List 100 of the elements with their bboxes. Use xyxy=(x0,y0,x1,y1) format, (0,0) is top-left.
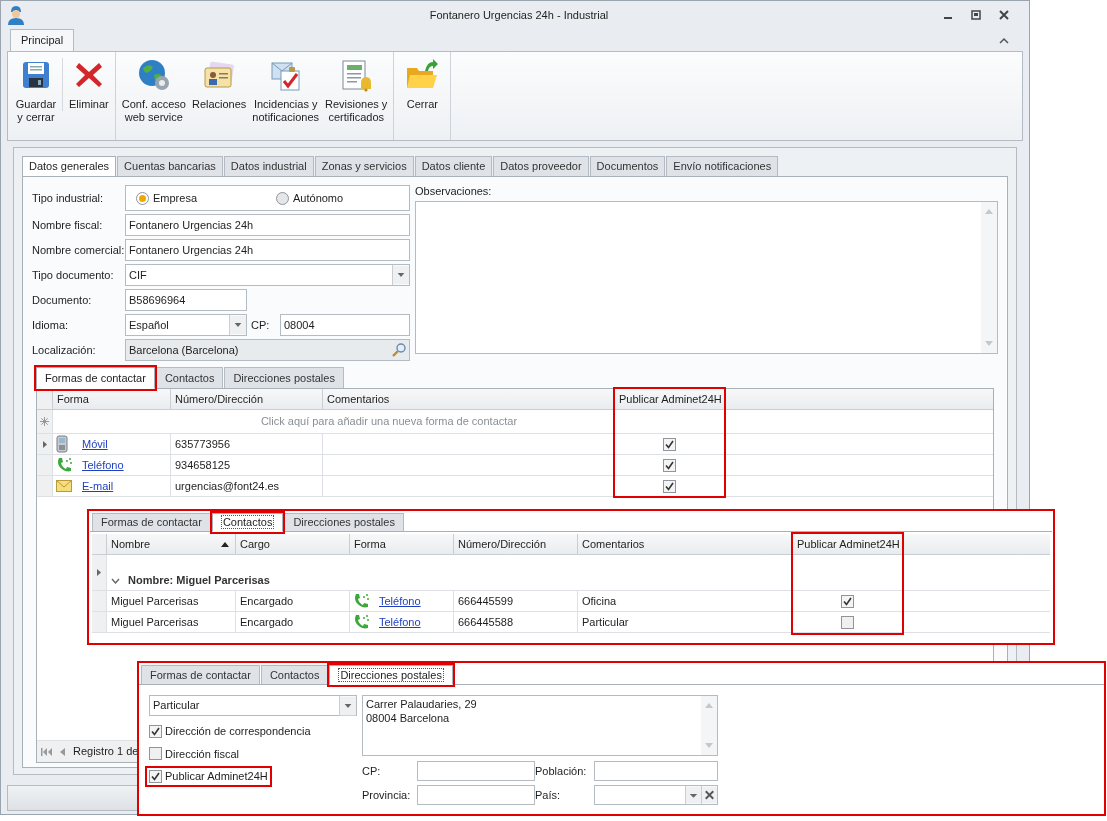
clear-icon[interactable] xyxy=(701,786,717,804)
ribbon-button[interactable]: Cerrar xyxy=(398,58,447,111)
column-header[interactable]: Forma xyxy=(350,534,454,555)
text-field[interactable]: B58696964 xyxy=(125,289,247,311)
table-cell: urgencias@font24.es xyxy=(171,476,323,497)
column-header[interactable]: Número/Dirección xyxy=(171,389,323,410)
link[interactable]: Teléfono xyxy=(82,456,124,474)
checkbox[interactable] xyxy=(841,594,854,608)
tab[interactable]: Contactos xyxy=(155,367,224,389)
dropdown-icon[interactable] xyxy=(229,315,246,335)
current-row-icon xyxy=(42,440,47,448)
column-header[interactable]: Publicar Adminet24H xyxy=(615,389,725,410)
tab[interactable]: Contactos xyxy=(211,513,284,532)
link[interactable]: Teléfono xyxy=(379,613,421,631)
phone-icon xyxy=(56,456,74,474)
text-field[interactable]: 08004 xyxy=(280,314,410,336)
link[interactable]: Móvil xyxy=(82,435,108,453)
ribbon-button[interactable]: Guardar y cerrar xyxy=(12,58,60,124)
column-header[interactable]: Nombre xyxy=(107,534,236,555)
checkbox[interactable] xyxy=(663,458,676,472)
text-field[interactable]: Fontanero Urgencias 24h xyxy=(125,239,410,261)
checkbox-label[interactable]: Dirección de correspondencia xyxy=(165,723,311,740)
collapse-icon[interactable] xyxy=(999,37,1009,45)
tab[interactable]: Formas de contactar xyxy=(141,665,260,685)
address-text-area[interactable]: Carrer Palaudaries, 29 08004 Barcelona xyxy=(362,695,718,756)
phone-icon xyxy=(353,613,371,631)
scrollbar[interactable] xyxy=(981,202,997,353)
tab[interactable]: Contactos xyxy=(260,665,329,685)
column-header[interactable]: Comentarios xyxy=(323,389,615,410)
field-label: CP: xyxy=(362,763,382,779)
ribbon-button[interactable]: Revisiones y certificados xyxy=(323,58,390,124)
document-bell-icon xyxy=(339,58,374,92)
radio-option[interactable]: Empresa xyxy=(136,189,276,207)
field-label: Documento: xyxy=(32,292,93,308)
search-icon[interactable] xyxy=(392,343,406,357)
app-icon xyxy=(7,5,25,25)
tab[interactable]: Datos generales xyxy=(22,156,117,177)
column-header[interactable]: Publicar Adminet24H xyxy=(793,534,903,555)
tab[interactable]: Formas de contactar xyxy=(36,367,155,389)
ribbon-tab[interactable]: Principal xyxy=(10,29,75,51)
field-label: Tipo industrial: xyxy=(32,190,105,206)
link[interactable]: Teléfono xyxy=(379,592,421,610)
tab[interactable]: Direcciones postales xyxy=(224,367,344,389)
checkbox-label[interactable]: Dirección fiscal xyxy=(165,745,239,762)
ribbon-button[interactable]: Eliminar xyxy=(62,58,111,111)
checkbox[interactable] xyxy=(149,769,162,783)
text-field[interactable]: Fontanero Urgencias 24h xyxy=(125,214,410,236)
column-header[interactable]: Número/Dirección xyxy=(454,534,578,555)
dropdown[interactable]: CIF xyxy=(125,264,410,286)
tab[interactable]: Datos cliente xyxy=(414,156,493,177)
checkbox[interactable] xyxy=(149,747,162,761)
dropdown-icon[interactable] xyxy=(339,695,356,716)
envelope-icon xyxy=(56,480,72,492)
tab[interactable]: Zonas y servicios xyxy=(314,156,414,177)
table-cell: Particular xyxy=(578,612,793,633)
tab[interactable]: Formas de contactar xyxy=(92,513,211,532)
tab[interactable]: Documentos xyxy=(589,156,666,177)
dropdown[interactable]: Español xyxy=(125,314,247,336)
ribbon-button[interactable]: Relaciones xyxy=(189,58,249,111)
table-cell: Encargado xyxy=(236,612,350,633)
field-label: CP: xyxy=(250,317,271,333)
radio-option[interactable]: Autónomo xyxy=(276,189,344,207)
window-title: Fontanero Urgencias 24h - Industrial xyxy=(428,7,610,23)
address-text: Carrer Palaudaries, 29 08004 Barcelona xyxy=(365,697,478,726)
tab[interactable]: Datos industrial xyxy=(223,156,314,177)
checkbox[interactable] xyxy=(663,479,676,493)
tab[interactable]: Datos proveedor xyxy=(493,156,589,177)
column-header[interactable]: Forma xyxy=(53,389,171,410)
text-field[interactable] xyxy=(417,785,535,805)
column-header[interactable]: Comentarios xyxy=(578,534,793,555)
field-label: Nombre comercial: xyxy=(32,242,125,258)
dropdown-icon[interactable] xyxy=(685,786,701,804)
tab[interactable]: Envío notificaciones xyxy=(666,156,779,177)
ribbon-button[interactable]: Incidencias y notificaciones xyxy=(250,58,321,124)
close-icon[interactable] xyxy=(999,10,1009,20)
field-label: Tipo documento: xyxy=(32,267,115,283)
sort-ascending-icon[interactable] xyxy=(221,541,229,547)
table-cell: Miguel Parcerisas xyxy=(107,591,236,612)
scrollbar[interactable] xyxy=(701,696,717,755)
dropdown-icon[interactable] xyxy=(392,265,409,285)
restore-icon[interactable] xyxy=(971,10,981,20)
ribbon-button[interactable]: Conf. acceso web service xyxy=(119,58,188,124)
row-indicator xyxy=(92,612,107,633)
current-row-icon xyxy=(97,569,101,576)
checkbox[interactable] xyxy=(841,615,854,629)
phone-icon xyxy=(353,592,371,610)
checkbox-label[interactable]: Publicar Adminet24H xyxy=(165,768,268,785)
link[interactable]: E-mail xyxy=(82,477,114,495)
tab[interactable]: Cuentas bancarias xyxy=(117,156,223,177)
text-field[interactable] xyxy=(417,761,535,781)
column-header[interactable]: Cargo xyxy=(236,534,350,555)
lookup-field[interactable]: Barcelona (Barcelona) xyxy=(125,339,410,361)
field-label: Nombre fiscal: xyxy=(32,217,104,233)
tab[interactable]: Direcciones postales xyxy=(329,665,453,685)
checkbox[interactable] xyxy=(149,724,162,738)
text-field[interactable] xyxy=(594,761,718,781)
dropdown[interactable]: Particular xyxy=(149,695,357,716)
table-cell: Miguel Parcerisas xyxy=(107,612,236,633)
collapse-group-icon[interactable] xyxy=(111,578,120,584)
checkbox[interactable] xyxy=(663,437,676,451)
